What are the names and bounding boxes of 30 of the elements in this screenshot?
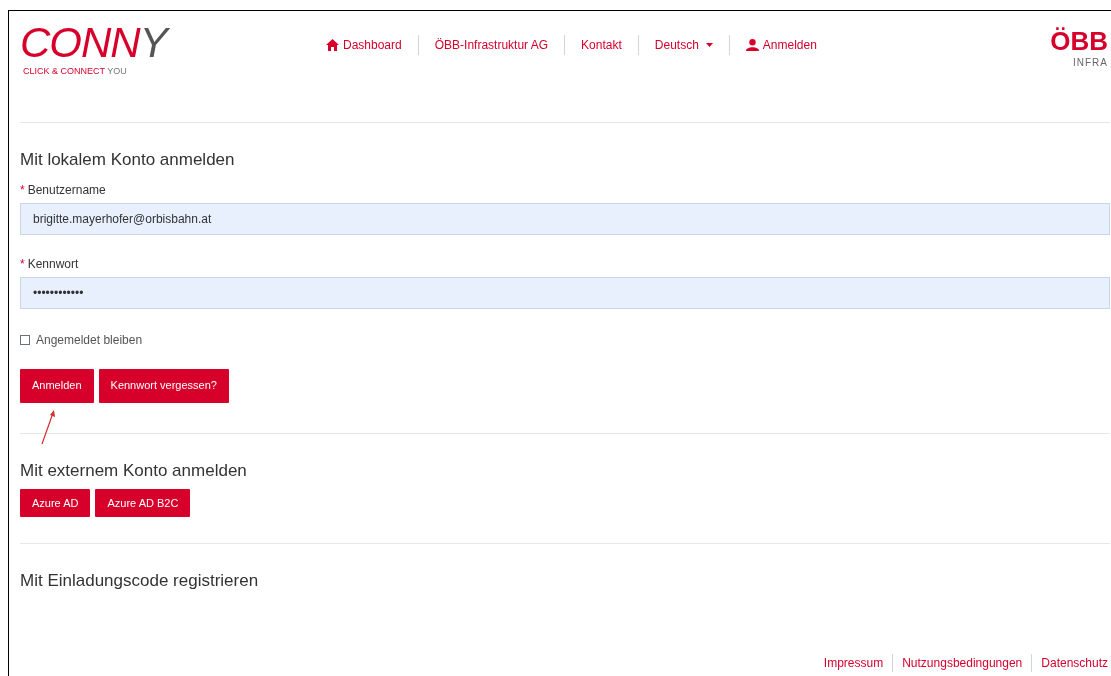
checkbox-label: Angemeldet bleiben <box>36 331 143 349</box>
external-login-button[interactable]: Azure AD <box>20 489 91 517</box>
required-marker: * <box>20 181 25 199</box>
footer-link[interactable]: Nutzungsbedingungen <box>902 654 1023 672</box>
input-field[interactable]: brigitte.mayerhofer@orbisbahn.at <box>20 202 1110 235</box>
checkbox[interactable] <box>20 334 30 345</box>
field-label: Kennwort <box>27 255 79 273</box>
nav-link[interactable]: Anmelden <box>745 36 817 54</box>
home-icon <box>326 39 339 51</box>
nav-link[interactable]: Kontakt <box>581 36 622 54</box>
forgot-password-button[interactable]: Kennwort vergessen? <box>98 368 229 403</box>
login-button[interactable]: Anmelden <box>20 368 94 403</box>
brand-subtitle: INFRA <box>1073 56 1108 70</box>
annotation-arrow <box>40 408 56 445</box>
nav-link[interactable]: ÖBB-Infrastruktur AG <box>434 36 549 54</box>
caret-icon <box>705 43 713 47</box>
user-icon <box>745 39 759 51</box>
nav-link[interactable]: Dashboard <box>326 36 402 54</box>
logo[interactable]: CONNY CLICK & CONNECT YOU <box>20 21 290 79</box>
language-dropdown[interactable]: Deutsch <box>654 36 713 54</box>
section-heading: Mit Einladungscode registrieren <box>20 570 260 592</box>
input-field[interactable]: •••••••••••• <box>20 276 1110 309</box>
external-login-button[interactable]: Azure AD B2C <box>95 489 191 517</box>
footer-link[interactable]: Datenschutz <box>1041 654 1108 672</box>
section-heading: Mit externem Konto anmelden <box>20 459 248 482</box>
required-marker: * <box>20 255 25 273</box>
section-heading: Mit lokalem Konto anmelden <box>20 149 236 171</box>
brand-logo: ÖBB <box>1050 27 1108 55</box>
footer-link[interactable]: Impressum <box>823 654 884 672</box>
field-label: Benutzername <box>27 181 106 199</box>
